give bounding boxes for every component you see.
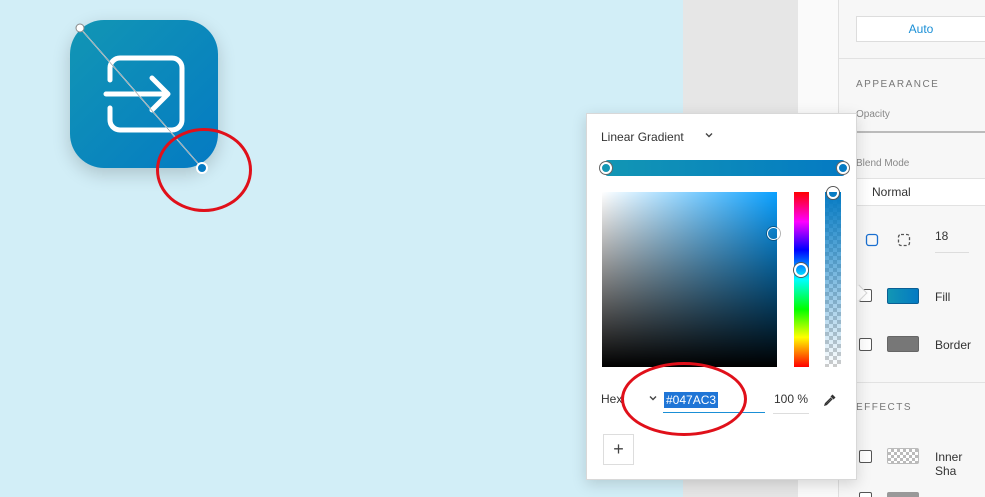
border-checkbox[interactable] [859, 338, 872, 351]
corner-uniform-icon[interactable] [862, 230, 882, 250]
saturation-brightness-field[interactable] [602, 192, 777, 367]
gradient-stop-end[interactable] [837, 162, 849, 174]
blend-mode-label: Blend Mode [856, 158, 910, 169]
border-label: Border [935, 338, 972, 352]
auto-button[interactable]: Auto [856, 16, 985, 42]
color-picker-popup: Linear Gradient Hex #047AC3 100 % + [586, 113, 857, 480]
gradient-bar[interactable] [605, 160, 845, 176]
inner-shadow-swatch[interactable] [887, 448, 919, 464]
hue-slider[interactable] [794, 192, 809, 367]
eyedropper-icon[interactable] [822, 392, 838, 411]
section-divider [839, 58, 985, 59]
inner-shadow-checkbox[interactable] [859, 450, 872, 463]
app-icon-artboard[interactable] [70, 20, 218, 168]
saturation-knob[interactable] [767, 227, 780, 240]
alpha-gradient [825, 192, 841, 367]
opacity-slider[interactable] [851, 131, 985, 133]
alpha-knob[interactable] [827, 187, 839, 199]
opacity-percent-input[interactable]: 100 % [773, 392, 809, 414]
properties-panel: Auto APPEARANCE Opacity Blend Mode Norma… [838, 0, 985, 497]
fill-label: Fill [935, 290, 951, 304]
exit-icon [103, 55, 185, 133]
effect-swatch[interactable] [887, 492, 919, 497]
effects-section-title: EFFECTS [856, 402, 913, 413]
fill-swatch[interactable] [887, 288, 919, 304]
add-gradient-stop-button[interactable]: + [603, 434, 634, 465]
section-divider [839, 382, 985, 383]
opacity-label: Opacity [856, 109, 890, 120]
blend-mode-select[interactable]: Normal [856, 178, 985, 206]
inner-shadow-label: Inner Sha [935, 450, 963, 478]
alpha-slider[interactable] [825, 192, 841, 367]
effect-checkbox[interactable] [859, 492, 872, 497]
chevron-down-icon[interactable] [703, 129, 715, 144]
gradient-stop-start[interactable] [600, 162, 612, 174]
corner-radius-input[interactable]: 18 [935, 229, 969, 253]
border-swatch[interactable] [887, 336, 919, 352]
color-mode-label[interactable]: Hex [601, 392, 622, 406]
hex-value[interactable]: #047AC3 [664, 392, 719, 408]
appearance-section-title: APPEARANCE [856, 79, 940, 90]
hue-knob[interactable] [794, 263, 808, 277]
corner-individual-icon[interactable] [894, 230, 914, 250]
gradient-type-label[interactable]: Linear Gradient [601, 130, 684, 144]
chevron-down-icon[interactable] [647, 392, 659, 407]
